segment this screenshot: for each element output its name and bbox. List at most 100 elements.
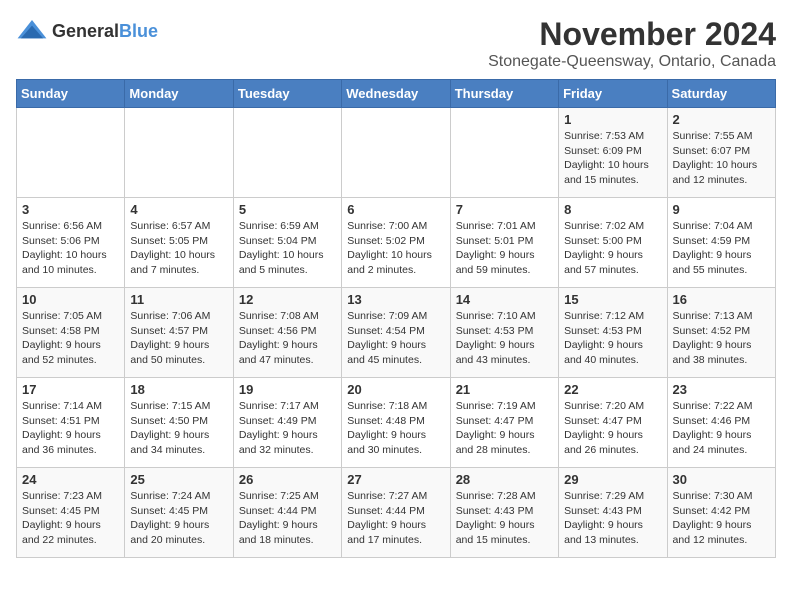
day-info: Sunrise: 7:20 AM Sunset: 4:47 PM Dayligh… (564, 399, 661, 458)
header-monday: Monday (125, 80, 233, 108)
header-sunday: Sunday (17, 80, 125, 108)
day-number: 13 (347, 292, 444, 307)
day-info: Sunrise: 6:56 AM Sunset: 5:06 PM Dayligh… (22, 219, 119, 278)
calendar-cell: 19Sunrise: 7:17 AM Sunset: 4:49 PM Dayli… (233, 378, 341, 468)
calendar-week-4: 24 Sunrise: 7:23 AM Sunset: 4:45 PM Dayli… (17, 468, 776, 558)
day-info: Sunrise: 7:05 AM Sunset: 4:58 PM Dayligh… (22, 309, 119, 368)
calendar-cell: 2 Sunrise: 7:55 AM Sunset: 6:07 PM Daylig… (667, 108, 775, 198)
page-header: GeneralBlue November 2024 Stonegate-Quee… (16, 16, 776, 71)
day-info: Sunrise: 7:55 AM Sunset: 6:07 PM Dayligh… (673, 129, 770, 188)
calendar-cell (450, 108, 558, 198)
day-info: Sunrise: 7:13 AM Sunset: 4:52 PM Dayligh… (673, 309, 770, 368)
calendar-week-0: 1 Sunrise: 7:53 AM Sunset: 6:09 PM Daylig… (17, 108, 776, 198)
header-wednesday: Wednesday (342, 80, 450, 108)
calendar-cell: 15 Sunrise: 7:12 AM Sunset: 4:53 PM Dayli… (559, 288, 667, 378)
header-saturday: Saturday (667, 80, 775, 108)
header-thursday: Thursday (450, 80, 558, 108)
calendar-table: SundayMondayTuesdayWednesdayThursdayFrid… (16, 79, 776, 558)
day-number: 28 (456, 472, 553, 487)
day-info: Sunrise: 7:17 AM Sunset: 4:49 PM Dayligh… (239, 399, 336, 458)
day-number: 17 (22, 382, 119, 397)
calendar-cell: 20 Sunrise: 7:18 AM Sunset: 4:48 PM Dayli… (342, 378, 450, 468)
day-number: 21 (456, 382, 553, 397)
calendar-cell: 14 Sunrise: 7:10 AM Sunset: 4:53 PM Dayli… (450, 288, 558, 378)
day-info: Sunrise: 7:28 AM Sunset: 4:43 PM Dayligh… (456, 489, 553, 548)
calendar-cell: 10 Sunrise: 7:05 AM Sunset: 4:58 PM Dayli… (17, 288, 125, 378)
day-info: Sunrise: 7:06 AM Sunset: 4:57 PM Dayligh… (130, 309, 227, 368)
day-info: Sunrise: 7:27 AM Sunset: 4:44 PM Dayligh… (347, 489, 444, 548)
day-number: 6 (347, 202, 444, 217)
day-number: 16 (673, 292, 770, 307)
calendar-cell: 22 Sunrise: 7:20 AM Sunset: 4:47 PM Dayli… (559, 378, 667, 468)
calendar-cell: 29Sunrise: 7:29 AM Sunset: 4:43 PM Dayli… (559, 468, 667, 558)
day-info: Sunrise: 7:19 AM Sunset: 4:47 PM Dayligh… (456, 399, 553, 458)
day-number: 26 (239, 472, 336, 487)
calendar-week-1: 3 Sunrise: 6:56 AM Sunset: 5:06 PM Daylig… (17, 198, 776, 288)
calendar-cell: 5 Sunrise: 6:59 AM Sunset: 5:04 PM Daylig… (233, 198, 341, 288)
calendar-cell: 3 Sunrise: 6:56 AM Sunset: 5:06 PM Daylig… (17, 198, 125, 288)
calendar-cell: 13 Sunrise: 7:09 AM Sunset: 4:54 PM Dayli… (342, 288, 450, 378)
day-number: 2 (673, 112, 770, 127)
day-number: 10 (22, 292, 119, 307)
day-number: 29 (564, 472, 661, 487)
day-info: Sunrise: 7:00 AM Sunset: 5:02 PM Dayligh… (347, 219, 444, 278)
calendar-cell (233, 108, 341, 198)
day-number: 30 (673, 472, 770, 487)
calendar-cell (17, 108, 125, 198)
day-info: Sunrise: 6:59 AM Sunset: 5:04 PM Dayligh… (239, 219, 336, 278)
day-number: 7 (456, 202, 553, 217)
day-number: 18 (130, 382, 227, 397)
logo: GeneralBlue (16, 16, 158, 48)
title-area: November 2024 Stonegate-Queensway, Ontar… (488, 16, 776, 71)
day-number: 14 (456, 292, 553, 307)
calendar-cell: 11 Sunrise: 7:06 AM Sunset: 4:57 PM Dayli… (125, 288, 233, 378)
header-tuesday: Tuesday (233, 80, 341, 108)
calendar-cell: 9 Sunrise: 7:04 AM Sunset: 4:59 PM Daylig… (667, 198, 775, 288)
calendar-cell: 4 Sunrise: 6:57 AM Sunset: 5:05 PM Daylig… (125, 198, 233, 288)
header-friday: Friday (559, 80, 667, 108)
day-number: 5 (239, 202, 336, 217)
day-info: Sunrise: 7:14 AM Sunset: 4:51 PM Dayligh… (22, 399, 119, 458)
calendar-cell: 26Sunrise: 7:25 AM Sunset: 4:44 PM Dayli… (233, 468, 341, 558)
day-number: 22 (564, 382, 661, 397)
calendar-cell: 1 Sunrise: 7:53 AM Sunset: 6:09 PM Daylig… (559, 108, 667, 198)
day-info: Sunrise: 7:15 AM Sunset: 4:50 PM Dayligh… (130, 399, 227, 458)
day-number: 27 (347, 472, 444, 487)
day-info: Sunrise: 7:53 AM Sunset: 6:09 PM Dayligh… (564, 129, 661, 188)
calendar-cell: 17 Sunrise: 7:14 AM Sunset: 4:51 PM Dayli… (17, 378, 125, 468)
day-number: 15 (564, 292, 661, 307)
calendar-cell: 30 Sunrise: 7:30 AM Sunset: 4:42 PM Dayli… (667, 468, 775, 558)
day-info: Sunrise: 7:10 AM Sunset: 4:53 PM Dayligh… (456, 309, 553, 368)
calendar-cell: 27 Sunrise: 7:27 AM Sunset: 4:44 PM Dayli… (342, 468, 450, 558)
day-number: 11 (130, 292, 227, 307)
calendar-cell: 6 Sunrise: 7:00 AM Sunset: 5:02 PM Daylig… (342, 198, 450, 288)
calendar-week-3: 17 Sunrise: 7:14 AM Sunset: 4:51 PM Dayli… (17, 378, 776, 468)
day-info: Sunrise: 6:57 AM Sunset: 5:05 PM Dayligh… (130, 219, 227, 278)
day-number: 20 (347, 382, 444, 397)
day-info: Sunrise: 7:08 AM Sunset: 4:56 PM Dayligh… (239, 309, 336, 368)
day-info: Sunrise: 7:23 AM Sunset: 4:45 PM Dayligh… (22, 489, 119, 548)
calendar-cell: 23Sunrise: 7:22 AM Sunset: 4:46 PM Dayli… (667, 378, 775, 468)
calendar-cell: 25Sunrise: 7:24 AM Sunset: 4:45 PM Dayli… (125, 468, 233, 558)
day-number: 9 (673, 202, 770, 217)
day-number: 1 (564, 112, 661, 127)
calendar-cell (342, 108, 450, 198)
logo-general: GeneralBlue (52, 22, 158, 42)
logo-icon (16, 16, 48, 48)
day-info: Sunrise: 7:18 AM Sunset: 4:48 PM Dayligh… (347, 399, 444, 458)
calendar-cell: 21 Sunrise: 7:19 AM Sunset: 4:47 PM Dayli… (450, 378, 558, 468)
calendar-cell: 7Sunrise: 7:01 AM Sunset: 5:01 PM Daylig… (450, 198, 558, 288)
day-info: Sunrise: 7:12 AM Sunset: 4:53 PM Dayligh… (564, 309, 661, 368)
calendar-cell: 8Sunrise: 7:02 AM Sunset: 5:00 PM Daylig… (559, 198, 667, 288)
day-number: 3 (22, 202, 119, 217)
day-info: Sunrise: 7:09 AM Sunset: 4:54 PM Dayligh… (347, 309, 444, 368)
day-info: Sunrise: 7:02 AM Sunset: 5:00 PM Dayligh… (564, 219, 661, 278)
day-info: Sunrise: 7:04 AM Sunset: 4:59 PM Dayligh… (673, 219, 770, 278)
day-number: 12 (239, 292, 336, 307)
calendar-cell: 12 Sunrise: 7:08 AM Sunset: 4:56 PM Dayli… (233, 288, 341, 378)
day-info: Sunrise: 7:30 AM Sunset: 4:42 PM Dayligh… (673, 489, 770, 548)
calendar-cell: 28 Sunrise: 7:28 AM Sunset: 4:43 PM Dayli… (450, 468, 558, 558)
month-title: November 2024 (488, 16, 776, 53)
day-number: 24 (22, 472, 119, 487)
day-number: 4 (130, 202, 227, 217)
